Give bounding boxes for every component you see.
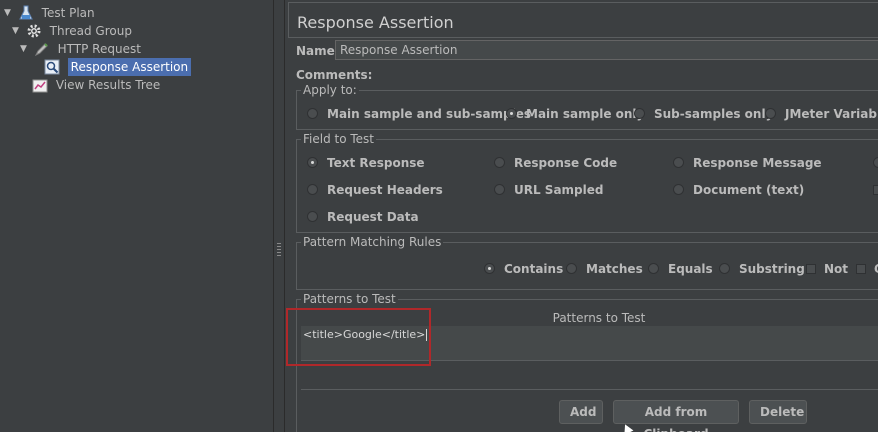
radio-equals[interactable]: Equals [648,261,713,277]
apply-to-title: Apply to: [301,83,359,97]
radio-label: Main sample and sub-samples [327,107,532,121]
radio-label: Request Data [327,210,419,224]
radio-substring[interactable]: Substring [719,261,805,277]
tree-item-response-assertion[interactable]: Response Assertion [0,57,273,76]
checkbox-field-partial[interactable] [873,182,878,198]
radio-icon[interactable] [494,157,505,168]
radio-icon[interactable] [673,184,684,195]
radio-label: Response Code [514,156,618,170]
radio-response-code[interactable]: Response Code [494,155,617,171]
checkbox-icon[interactable] [806,263,816,274]
field-to-test-group: Field to Test Text Response Response Cod… [296,132,878,233]
test-plan-tree: ▼ Test Plan ▼ Thread Group ▼ HTTP Reques… [0,0,274,432]
name-label: Name: [296,44,340,58]
radio-icon[interactable] [307,184,318,195]
checkbox-or[interactable]: O [856,261,878,277]
pen-icon [34,41,50,57]
radio-field-partial[interactable] [873,155,878,171]
jmeter-window: ▼ Test Plan ▼ Thread Group ▼ HTTP Reques… [0,0,878,432]
splitter-grip-icon[interactable] [277,243,281,257]
page-title: Response Assertion [297,13,454,32]
flask-icon [18,5,34,21]
field-to-test-title: Field to Test [301,132,377,146]
tree-item-label: View Results Tree [55,77,161,92]
radio-sub-samples-only[interactable]: Sub-samples only [634,106,773,122]
tree-item-label: Test Plan [41,5,95,20]
tree-item-http-request[interactable]: ▼ HTTP Request [20,39,141,57]
expand-arrow-icon[interactable]: ▼ [12,22,22,40]
radio-selected-icon[interactable] [484,263,495,274]
radio-contains[interactable]: Contains [484,261,563,277]
comments-label: Comments: [296,68,373,82]
radio-icon[interactable] [765,108,776,119]
radio-icon[interactable] [307,211,318,222]
expand-arrow-icon[interactable]: ▼ [4,4,14,22]
radio-document-text[interactable]: Document (text) [673,182,804,198]
tree-item-thread-group[interactable]: ▼ Thread Group [12,21,132,39]
radio-jmeter-variable[interactable]: JMeter Variable N [765,106,878,122]
radio-icon[interactable] [566,263,577,274]
radio-label: Sub-samples only [654,107,774,121]
expand-arrow-icon[interactable]: ▼ [20,40,30,58]
checkbox-icon[interactable] [873,184,878,195]
add-button[interactable]: Add [559,400,603,424]
radio-matches[interactable]: Matches [566,261,643,277]
radio-label: Substring [739,262,805,276]
checkbox-not[interactable]: Not [806,261,848,277]
radio-label: Matches [586,262,643,276]
magnifier-icon [44,59,60,75]
add-from-clipboard-button[interactable]: Add from Clipboard [613,400,739,432]
radio-main-and-sub-samples[interactable]: Main sample and sub-samples [307,106,531,122]
chart-icon [32,77,48,93]
tree-item-view-results-tree[interactable]: View Results Tree [32,75,160,93]
title-box: Response Assertion [288,2,878,38]
radio-request-data[interactable]: Request Data [307,209,419,225]
radio-icon[interactable] [673,157,684,168]
radio-label: Equals [668,262,713,276]
panel-splitter[interactable] [274,0,285,432]
radio-icon[interactable] [494,184,505,195]
radio-url-sampled[interactable]: URL Sampled [494,182,603,198]
gear-icon [26,23,42,39]
radio-selected-icon[interactable] [307,157,318,168]
checkbox-icon[interactable] [856,263,866,274]
radio-label: Main sample only [526,107,645,121]
radio-icon[interactable] [719,263,730,274]
radio-icon[interactable] [648,263,659,274]
radio-icon[interactable] [873,157,878,168]
radio-label: Document (text) [693,183,805,197]
radio-label: URL Sampled [514,183,604,197]
tree-item-label: Response Assertion [67,57,192,76]
tree-item-label: HTTP Request [57,41,141,56]
radio-label: Text Response [327,156,425,170]
checkbox-label: O [874,262,878,276]
radio-icon[interactable] [307,108,318,119]
checkbox-label: Not [824,262,849,276]
radio-main-sample-only[interactable]: Main sample only [506,106,644,122]
tree-item-test-plan[interactable]: ▼ Test Plan [4,3,95,21]
radio-icon[interactable] [634,108,645,119]
highlight-annotation [286,308,431,366]
pattern-matching-group: Pattern Matching Rules Contains Matches … [296,235,878,290]
patterns-to-test-title: Patterns to Test [301,292,398,306]
radio-response-message[interactable]: Response Message [673,155,822,171]
apply-to-group: Apply to: Main sample and sub-samples Ma… [296,83,878,130]
radio-label: JMeter Variable N [785,107,878,121]
radio-label: Request Headers [327,183,443,197]
radio-label: Contains [504,262,564,276]
assertion-editor-panel: Response Assertion Name: Comments: Apply… [286,0,878,432]
radio-text-response[interactable]: Text Response [307,155,425,171]
pattern-matching-title: Pattern Matching Rules [301,235,444,249]
radio-selected-icon[interactable] [506,108,517,119]
tree-item-label: Thread Group [49,23,132,38]
name-field[interactable] [335,40,878,60]
delete-button[interactable]: Delete [749,400,807,424]
radio-label: Response Message [693,156,822,170]
radio-request-headers[interactable]: Request Headers [307,182,443,198]
